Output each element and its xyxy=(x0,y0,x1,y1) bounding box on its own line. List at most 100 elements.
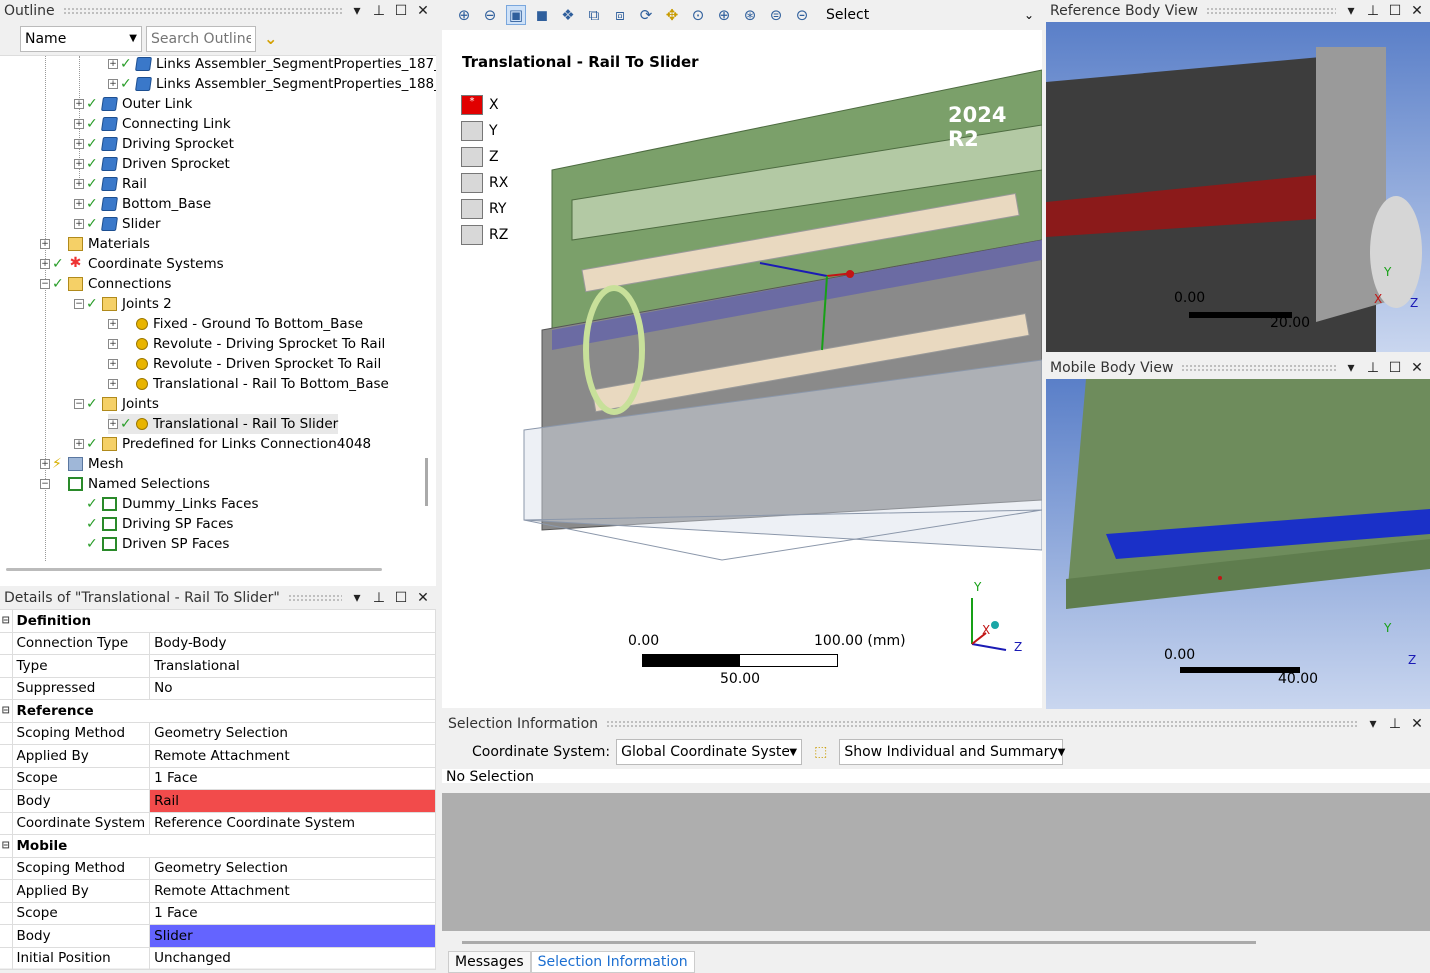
select-mode-label[interactable]: Select xyxy=(826,7,869,23)
expand-icon[interactable]: + xyxy=(74,99,84,109)
details-property-value[interactable]: Body-Body xyxy=(149,631,436,655)
rotate-icon[interactable]: ⟳ xyxy=(636,5,656,25)
render-icon[interactable]: ❖ xyxy=(558,5,578,25)
zoom-out-icon[interactable]: ⊖ xyxy=(480,5,500,25)
maximize-icon[interactable]: ☐ xyxy=(394,590,408,606)
details-category-row[interactable]: ⊟ Mobile xyxy=(0,834,436,858)
maximize-icon[interactable]: ☐ xyxy=(1388,3,1402,19)
tree-item[interactable]: ✓ Dummy_Links Faces xyxy=(74,494,259,514)
expand-icon[interactable]: + xyxy=(108,79,118,89)
tree-item[interactable]: + ✓ Slider xyxy=(74,214,161,234)
tree-item[interactable]: + Revolute - Driven Sprocket To Rail xyxy=(108,354,381,374)
expand-icon[interactable]: + xyxy=(108,339,118,349)
zoom-in-icon[interactable]: ⊕ xyxy=(454,5,474,25)
details-property-row[interactable]: Initial Position Unchanged xyxy=(0,946,436,970)
details-property-row[interactable]: Type Translational xyxy=(0,654,436,678)
tree-item[interactable]: + ✓ Bottom_Base xyxy=(74,194,211,214)
tree-item[interactable]: + ✓ Driven Sprocket xyxy=(74,154,230,174)
pin-icon[interactable]: ⊥ xyxy=(372,590,386,606)
toolbar-overflow-icon[interactable]: ⌄ xyxy=(1024,8,1034,22)
pin-icon[interactable]: ⊥ xyxy=(1388,716,1402,732)
details-property-value[interactable]: 1 Face xyxy=(149,766,436,790)
search-input[interactable] xyxy=(146,25,256,52)
selection-scrollbar[interactable] xyxy=(462,941,1256,944)
expand-icon[interactable]: + xyxy=(108,359,118,369)
maximize-icon[interactable]: ☐ xyxy=(394,3,408,19)
tree-item[interactable]: + ✓ Connecting Link xyxy=(74,114,231,134)
details-property-value[interactable]: 1 Face xyxy=(149,901,436,925)
tab-selection-information[interactable]: Selection Information xyxy=(530,951,695,973)
details-property-value[interactable]: Geometry Selection xyxy=(149,721,436,745)
expand-icon[interactable]: + xyxy=(108,319,118,329)
coordinate-system-dropdown[interactable]: Global Coordinate System ▼ xyxy=(616,739,803,765)
collapse-icon[interactable]: ⊟ xyxy=(0,834,13,858)
tree-item[interactable]: + Translational - Rail To Bottom_Base xyxy=(108,374,389,394)
assembly-icon[interactable]: ⧉ xyxy=(584,5,604,25)
dropdown-icon[interactable]: ▾ xyxy=(1366,716,1380,732)
details-property-row[interactable]: Applied By Remote Attachment xyxy=(0,879,436,903)
tree-item[interactable]: ✓ Driving SP Faces xyxy=(74,514,233,534)
tree-item[interactable]: − ✓ Joints 2 xyxy=(74,294,172,314)
details-category-row[interactable]: ⊟ Reference xyxy=(0,699,436,723)
details-property-row[interactable]: Applied By Remote Attachment xyxy=(0,744,436,768)
collapse-icon[interactable]: ⊟ xyxy=(0,609,13,633)
tree-item[interactable]: + ✓ Rail xyxy=(74,174,147,194)
pin-icon[interactable]: ⊥ xyxy=(1366,360,1380,376)
reference-viewport[interactable]: 0.00 20.00 Y X Z xyxy=(1046,22,1430,352)
tree-item[interactable]: + ✓ Links Assembler_SegmentProperties_187_ xyxy=(108,56,436,74)
details-property-row[interactable]: Connection Type Body-Body xyxy=(0,631,436,655)
dof-checkbox[interactable] xyxy=(461,225,483,245)
expand-icon[interactable]: + xyxy=(108,379,118,389)
zoom-area-icon[interactable]: ⊛ xyxy=(740,5,760,25)
explode-icon[interactable]: ⧈ xyxy=(610,5,630,25)
dof-checkbox[interactable]: * xyxy=(461,95,483,115)
dof-checkbox[interactable] xyxy=(461,121,483,141)
name-filter-dropdown[interactable]: Name ▼ xyxy=(20,25,142,52)
expand-icon[interactable]: + xyxy=(40,259,50,269)
close-icon[interactable]: ✕ xyxy=(1410,3,1424,19)
close-icon[interactable]: ✕ xyxy=(1410,360,1424,376)
details-property-row[interactable]: Scoping Method Geometry Selection xyxy=(0,856,436,880)
expand-icon[interactable]: + xyxy=(74,219,84,229)
expand-icon[interactable]: + xyxy=(108,419,118,429)
zoom-box-icon[interactable]: ⊕ xyxy=(714,5,734,25)
expand-icon[interactable]: + xyxy=(108,59,118,69)
close-icon[interactable]: ✕ xyxy=(416,590,430,606)
body-select-icon[interactable]: ▣ xyxy=(506,5,526,25)
dof-toggle-z[interactable]: Z xyxy=(461,147,499,167)
details-property-row[interactable]: Scope 1 Face xyxy=(0,766,436,790)
tree-item[interactable]: + ✓ Driving Sprocket xyxy=(74,134,234,154)
dof-toggle-rx[interactable]: RX xyxy=(461,173,508,193)
dof-toggle-ry[interactable]: RY xyxy=(461,199,506,219)
expand-icon[interactable]: + xyxy=(74,179,84,189)
close-icon[interactable]: ✕ xyxy=(416,3,430,19)
collapse-icon[interactable]: − xyxy=(74,299,84,309)
dof-toggle-rz[interactable]: RZ xyxy=(461,225,508,245)
close-icon[interactable]: ✕ xyxy=(1410,716,1424,732)
details-property-value[interactable]: Rail xyxy=(149,789,436,813)
mobile-viewport[interactable]: 0.00 40.00 Y Z xyxy=(1046,379,1430,709)
details-property-value[interactable]: Remote Attachment xyxy=(149,879,436,903)
display-mode-dropdown[interactable]: Show Individual and Summary ▼ xyxy=(839,739,1065,765)
details-property-row[interactable]: Scoping Method Geometry Selection xyxy=(0,721,436,745)
collapse-icon[interactable]: ⊟ xyxy=(0,699,13,723)
tree-item[interactable]: + ✓ Translational - Rail To Slider xyxy=(108,414,339,434)
details-property-row[interactable]: Coordinate System Reference Coordinate Sy… xyxy=(0,811,436,835)
pin-icon[interactable]: ⊥ xyxy=(372,3,386,19)
tree-item[interactable]: + ✓ Outer Link xyxy=(74,94,192,114)
dof-toggle-x[interactable]: * X xyxy=(461,95,499,115)
expand-icon[interactable]: + xyxy=(74,199,84,209)
horizontal-scrollbar[interactable] xyxy=(6,568,382,571)
collapse-icon[interactable]: − xyxy=(40,479,50,489)
details-property-value[interactable]: Translational xyxy=(149,654,436,678)
zoom-fit-icon[interactable]: ⊙ xyxy=(688,5,708,25)
dof-checkbox[interactable] xyxy=(461,147,483,167)
tree-item[interactable]: + Revolute - Driving Sprocket To Rail xyxy=(108,334,385,354)
collapse-icon[interactable]: − xyxy=(40,279,50,289)
dof-toggle-y[interactable]: Y xyxy=(461,121,498,141)
tree-item[interactable]: + Fixed - Ground To Bottom_Base xyxy=(108,314,363,334)
select-from-graphics-icon[interactable]: ⬚ xyxy=(814,744,827,760)
details-property-value[interactable]: No xyxy=(149,676,436,700)
maximize-icon[interactable]: ☐ xyxy=(1388,360,1402,376)
solid-view-icon[interactable]: ◼ xyxy=(532,5,552,25)
